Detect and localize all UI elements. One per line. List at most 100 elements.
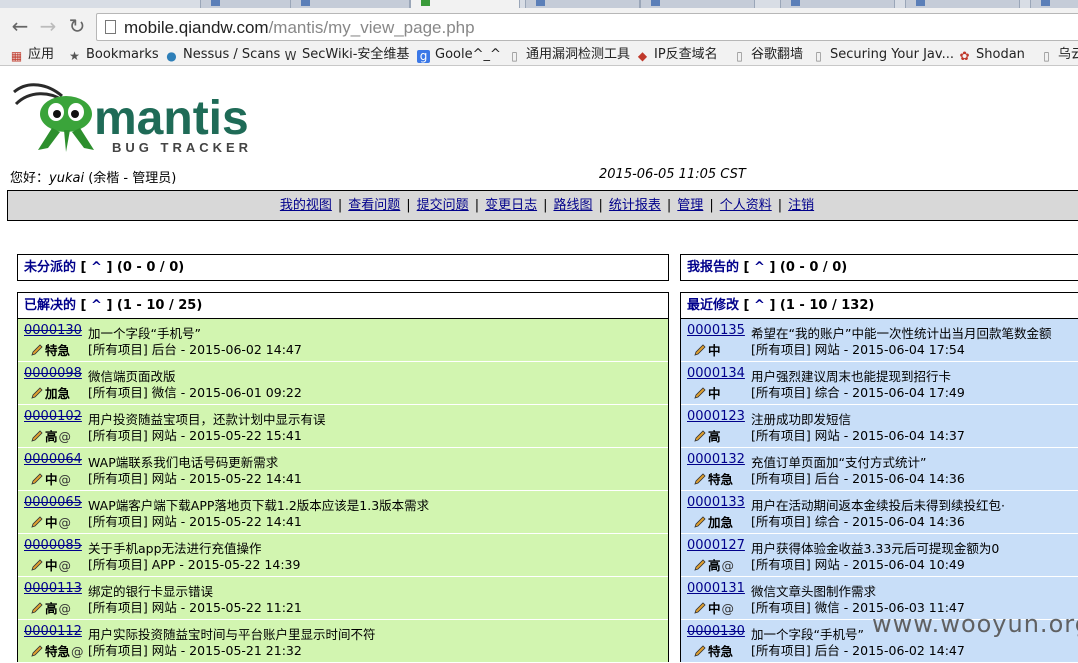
issue-id-link[interactable]: 0000131: [687, 581, 745, 596]
edit-pencil-icon[interactable]: [693, 386, 707, 400]
issue-row: 0000113 高@ 绑定的银行卡显示错误 [所有项目] 网站 - 2015-05-2…: [18, 577, 668, 620]
edit-pencil-icon[interactable]: [693, 601, 707, 615]
menu-link-3[interactable]: 变更日志: [485, 198, 537, 213]
collapse-link[interactable]: ^: [754, 298, 765, 313]
forward-arrow-icon[interactable]: →: [37, 16, 59, 38]
edit-pencil-icon[interactable]: [30, 601, 44, 615]
edit-pencil-icon[interactable]: [30, 515, 44, 529]
priority-cell: 中: [693, 383, 721, 402]
bookmark-label: IP反查域名: [654, 47, 718, 62]
page-icon: ▯: [815, 49, 822, 63]
bookmark-item[interactable]: ▯ Securing Your Jav...: [812, 45, 954, 65]
collapse-link[interactable]: ^: [91, 298, 102, 313]
panel-count: (0 - 0 / 0): [116, 260, 185, 275]
menu-link-4[interactable]: 路线图: [553, 198, 592, 213]
bookmark-item[interactable]: ● Nessus / Scans: [165, 45, 280, 65]
priority-label: 中: [45, 515, 58, 530]
issue-project-date: [所有项目] 网站 - 2015-06-04 14:37: [751, 428, 965, 443]
collapse-link[interactable]: ^: [754, 260, 765, 275]
mantis-insect-icon: [13, 83, 94, 152]
issue-row: 0000112 特急@ 用户实际投资随益宝时间与平台账户里显示时间不符 [所有项目] …: [18, 620, 668, 663]
issue-id-link[interactable]: 0000098: [24, 366, 82, 381]
address-bar[interactable]: mobile.qiandw.com/mantis/my_view_page.ph…: [96, 13, 1078, 41]
edit-pencil-icon[interactable]: [30, 429, 44, 443]
menu-link-2[interactable]: 提交问题: [417, 198, 469, 213]
edit-pencil-icon[interactable]: [693, 429, 707, 443]
bookmark-item[interactable]: ▯ 乌云: [1040, 45, 1078, 65]
issue-id-link[interactable]: 0000130: [687, 624, 745, 639]
edit-pencil-icon[interactable]: [693, 343, 707, 357]
back-arrow-icon[interactable]: ←: [9, 16, 31, 38]
tab-favicon-icon: [791, 0, 800, 6]
issue-id-link[interactable]: 0000127: [687, 538, 745, 553]
panel-title[interactable]: 最近修改: [687, 298, 739, 313]
menu-link-0[interactable]: 我的视图: [280, 198, 332, 213]
edit-pencil-icon[interactable]: [693, 472, 707, 486]
issue-project-date: [所有项目] 后台 - 2015-06-02 14:47: [88, 342, 302, 357]
bookmark-label: Goole^_^: [435, 47, 501, 62]
bookmark-label: SecWiki-安全维基: [302, 47, 410, 62]
edit-pencil-icon[interactable]: [30, 386, 44, 400]
edit-pencil-icon[interactable]: [30, 644, 44, 658]
menu-link-5[interactable]: 统计报表: [609, 198, 661, 213]
issue-id-link[interactable]: 0000065: [24, 495, 82, 510]
page-icon: ▯: [1043, 49, 1050, 63]
browser-tab[interactable]: [640, 0, 755, 8]
edit-pencil-icon[interactable]: [30, 558, 44, 572]
browser-tab[interactable]: [780, 0, 895, 8]
panel-title[interactable]: 已解决的: [24, 298, 76, 313]
greeting: 您好：yukai (余楷 - 管理员): [10, 167, 176, 186]
issue-id-link[interactable]: 0000102: [24, 409, 82, 424]
issue-id-link[interactable]: 0000113: [24, 581, 82, 596]
issue-list: 0000130 特急 加一个字段“手机号” [所有项目] 后台 - 2015-06-0…: [18, 319, 668, 663]
reload-icon[interactable]: ↻: [66, 16, 88, 38]
url-text: mobile.qiandw.com/mantis/my_view_page.ph…: [124, 18, 475, 38]
shodan-icon: ✿: [959, 49, 970, 63]
issue-row: 0000134 中用户强烈建议周末也能提现到招行卡 [所有项目] 综合 - 2015…: [681, 362, 1078, 405]
menu-link-6[interactable]: 管理: [677, 198, 703, 213]
edit-pencil-icon[interactable]: [693, 515, 707, 529]
browser-tab[interactable]: [290, 0, 410, 8]
priority-label: 高: [45, 429, 58, 444]
panel-count: (1 - 10 / 25): [116, 298, 203, 313]
browser-tab-active[interactable]: [410, 0, 520, 8]
bookmark-item[interactable]: ▯ 通用漏洞检测工具: [508, 45, 630, 65]
issue-id-link[interactable]: 0000132: [687, 452, 745, 467]
mantis-logo[interactable]: mantis BUG TRACKER: [8, 78, 248, 156]
issue-id-link[interactable]: 0000123: [687, 409, 745, 424]
bookmark-item[interactable]: ★ Bookmarks: [68, 45, 159, 65]
bookmark-item[interactable]: ✿ Shodan: [958, 45, 1024, 65]
panel-header: 未分派的 [ ^ ] (0 - 0 / 0): [24, 260, 185, 275]
bookmark-item[interactable]: ▯ 谷歌翻墙: [733, 45, 803, 65]
panel-title[interactable]: 我报告的: [687, 260, 739, 275]
bookmark-item[interactable]: g Goole^_^: [417, 45, 501, 65]
edit-pencil-icon[interactable]: [693, 558, 707, 572]
panel-title[interactable]: 未分派的: [24, 260, 76, 275]
tab-favicon-icon: [211, 0, 220, 6]
issue-id-link[interactable]: 0000134: [687, 366, 745, 381]
browser-tab[interactable]: [1030, 0, 1078, 8]
issue-id-link[interactable]: 0000135: [687, 323, 745, 338]
edit-pencil-icon[interactable]: [30, 472, 44, 486]
browser-tab[interactable]: [525, 0, 640, 8]
bookmark-item[interactable]: ▦ 应用: [10, 45, 54, 65]
edit-pencil-icon[interactable]: [693, 644, 707, 658]
priority-cell: 特急: [30, 340, 70, 359]
issue-id-link[interactable]: 0000064: [24, 452, 82, 467]
issue-row: 0000130 特急 加一个字段“手机号” [所有项目] 后台 - 2015-06-0…: [18, 319, 668, 362]
issue-id-link[interactable]: 0000130: [24, 323, 82, 338]
issue-id-link[interactable]: 0000133: [687, 495, 745, 510]
issue-id-link[interactable]: 0000085: [24, 538, 82, 553]
menu-link-1[interactable]: 查看问题: [348, 198, 400, 213]
page-icon: ▯: [736, 49, 743, 63]
menu-link-7[interactable]: 个人资料: [720, 198, 772, 213]
issue-id-link[interactable]: 0000112: [24, 624, 82, 639]
bookmark-item[interactable]: W SecWiki-安全维基: [284, 45, 410, 65]
collapse-link[interactable]: ^: [91, 260, 102, 275]
bookmark-item[interactable]: ◆ IP反查域名: [636, 45, 718, 65]
browser-toolbar: ← → ↻ mobile.qiandw.com/mantis/my_view_p…: [0, 8, 1078, 44]
menu-separator: |: [598, 198, 603, 213]
edit-pencil-icon[interactable]: [30, 343, 44, 357]
browser-tab[interactable]: [905, 0, 1020, 8]
menu-link-8[interactable]: 注销: [788, 198, 814, 213]
